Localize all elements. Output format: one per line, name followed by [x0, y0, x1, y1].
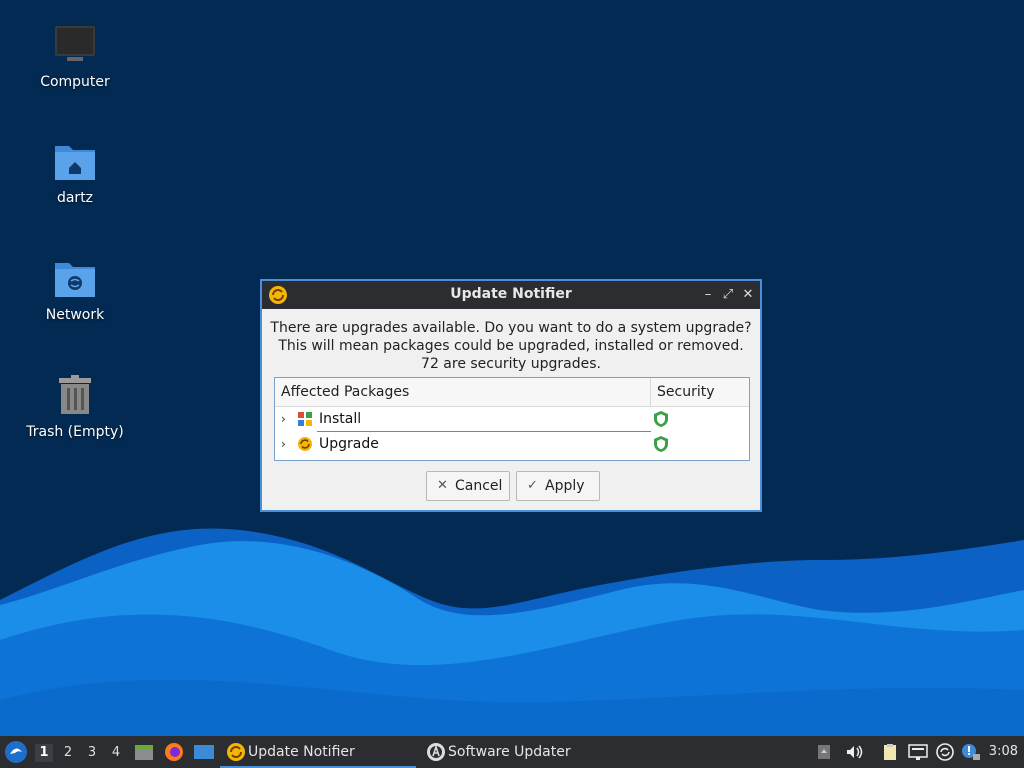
trash-icon — [51, 372, 99, 420]
volume-icon[interactable] — [845, 743, 863, 761]
lubuntu-logo-icon — [5, 741, 27, 763]
column-header-packages[interactable]: Affected Packages — [281, 384, 409, 400]
close-button[interactable]: ✕ — [738, 285, 758, 305]
security-shield-icon — [653, 410, 669, 428]
taskbar: 1 2 3 4 Update Notifier Software Updater — [0, 736, 1024, 768]
apply-label: Apply — [545, 478, 585, 494]
cancel-icon: ✕ — [437, 478, 448, 493]
clipboard-icon[interactable] — [881, 743, 899, 761]
network-folder-icon — [51, 255, 99, 303]
dialog-title: Update Notifier — [450, 286, 572, 302]
minimize-button[interactable]: – — [698, 285, 718, 305]
column-separator — [650, 378, 651, 406]
start-menu-button[interactable] — [4, 736, 30, 768]
desktop-icon-label: Trash (Empty) — [26, 424, 124, 440]
row-label: Install — [319, 411, 362, 427]
task-update-notifier[interactable]: Update Notifier — [220, 736, 416, 768]
maximize-button[interactable]: ⤢ — [718, 285, 738, 305]
install-package-icon — [297, 411, 313, 427]
dialog-titlebar[interactable]: Update Notifier – ⤢ ✕ — [262, 281, 760, 309]
affected-packages-table: Affected Packages Security › Install › U… — [274, 377, 750, 461]
tray-notifier-icon[interactable] — [816, 743, 834, 761]
workspace-4[interactable]: 4 — [107, 744, 125, 762]
desktop-icon-label: Network — [45, 307, 105, 323]
show-desktop-button[interactable] — [193, 736, 215, 768]
desktop-icon-label: dartz — [56, 190, 94, 206]
security-shield-icon — [653, 435, 669, 453]
column-header-security[interactable]: Security — [657, 384, 715, 400]
desktop-icon-network[interactable]: Network — [10, 255, 140, 323]
upgrade-package-icon — [297, 436, 313, 452]
file-manager-icon — [135, 745, 153, 760]
clock[interactable]: 3:08 — [989, 744, 1018, 759]
cancel-button[interactable]: ✕ Cancel — [426, 471, 510, 501]
update-tray-icon[interactable] — [936, 743, 954, 761]
desktop-icon-computer[interactable]: Computer — [10, 22, 140, 90]
table-row-upgrade[interactable]: › Upgrade — [275, 432, 749, 457]
update-notifier-icon — [226, 742, 246, 762]
computer-icon — [51, 22, 99, 70]
file-manager-launcher[interactable] — [134, 736, 156, 768]
desktop-icon-label: Computer — [40, 74, 110, 90]
task-label: Update Notifier — [248, 744, 355, 760]
alert-tray-icon[interactable] — [961, 743, 980, 761]
expand-arrow-icon[interactable]: › — [281, 437, 286, 451]
cancel-label: Cancel — [455, 478, 503, 494]
task-label: Software Updater — [448, 744, 571, 760]
network-tray-icon[interactable] — [908, 743, 928, 761]
desktop-icon-home[interactable]: dartz — [10, 138, 140, 206]
desktop-icon — [194, 745, 214, 759]
dialog-message: There are upgrades available. Do you wan… — [262, 319, 760, 373]
firefox-launcher[interactable] — [164, 736, 186, 768]
message-line: This will mean packages could be upgrade… — [278, 338, 744, 354]
table-row-install[interactable]: › Install — [275, 407, 749, 432]
workspace-2[interactable]: 2 — [59, 744, 77, 762]
home-folder-icon — [51, 138, 99, 186]
apply-button[interactable]: ✓ Apply — [516, 471, 600, 501]
expand-arrow-icon[interactable]: › — [281, 412, 286, 426]
message-line: 72 are security upgrades. — [421, 356, 601, 372]
workspace-1[interactable]: 1 — [35, 744, 53, 762]
workspace-3[interactable]: 3 — [83, 744, 101, 762]
table-header: Affected Packages Security — [275, 378, 749, 407]
desktop-icon-trash[interactable]: Trash (Empty) — [10, 372, 140, 440]
checkmark-icon: ✓ — [527, 478, 538, 493]
task-software-updater[interactable]: Software Updater — [420, 736, 620, 768]
update-notifier-dialog: Update Notifier – ⤢ ✕ There are upgrades… — [260, 279, 762, 512]
row-label: Upgrade — [319, 436, 379, 452]
firefox-icon — [165, 743, 183, 761]
software-updater-icon — [426, 742, 446, 762]
message-line: There are upgrades available. Do you wan… — [270, 320, 752, 336]
